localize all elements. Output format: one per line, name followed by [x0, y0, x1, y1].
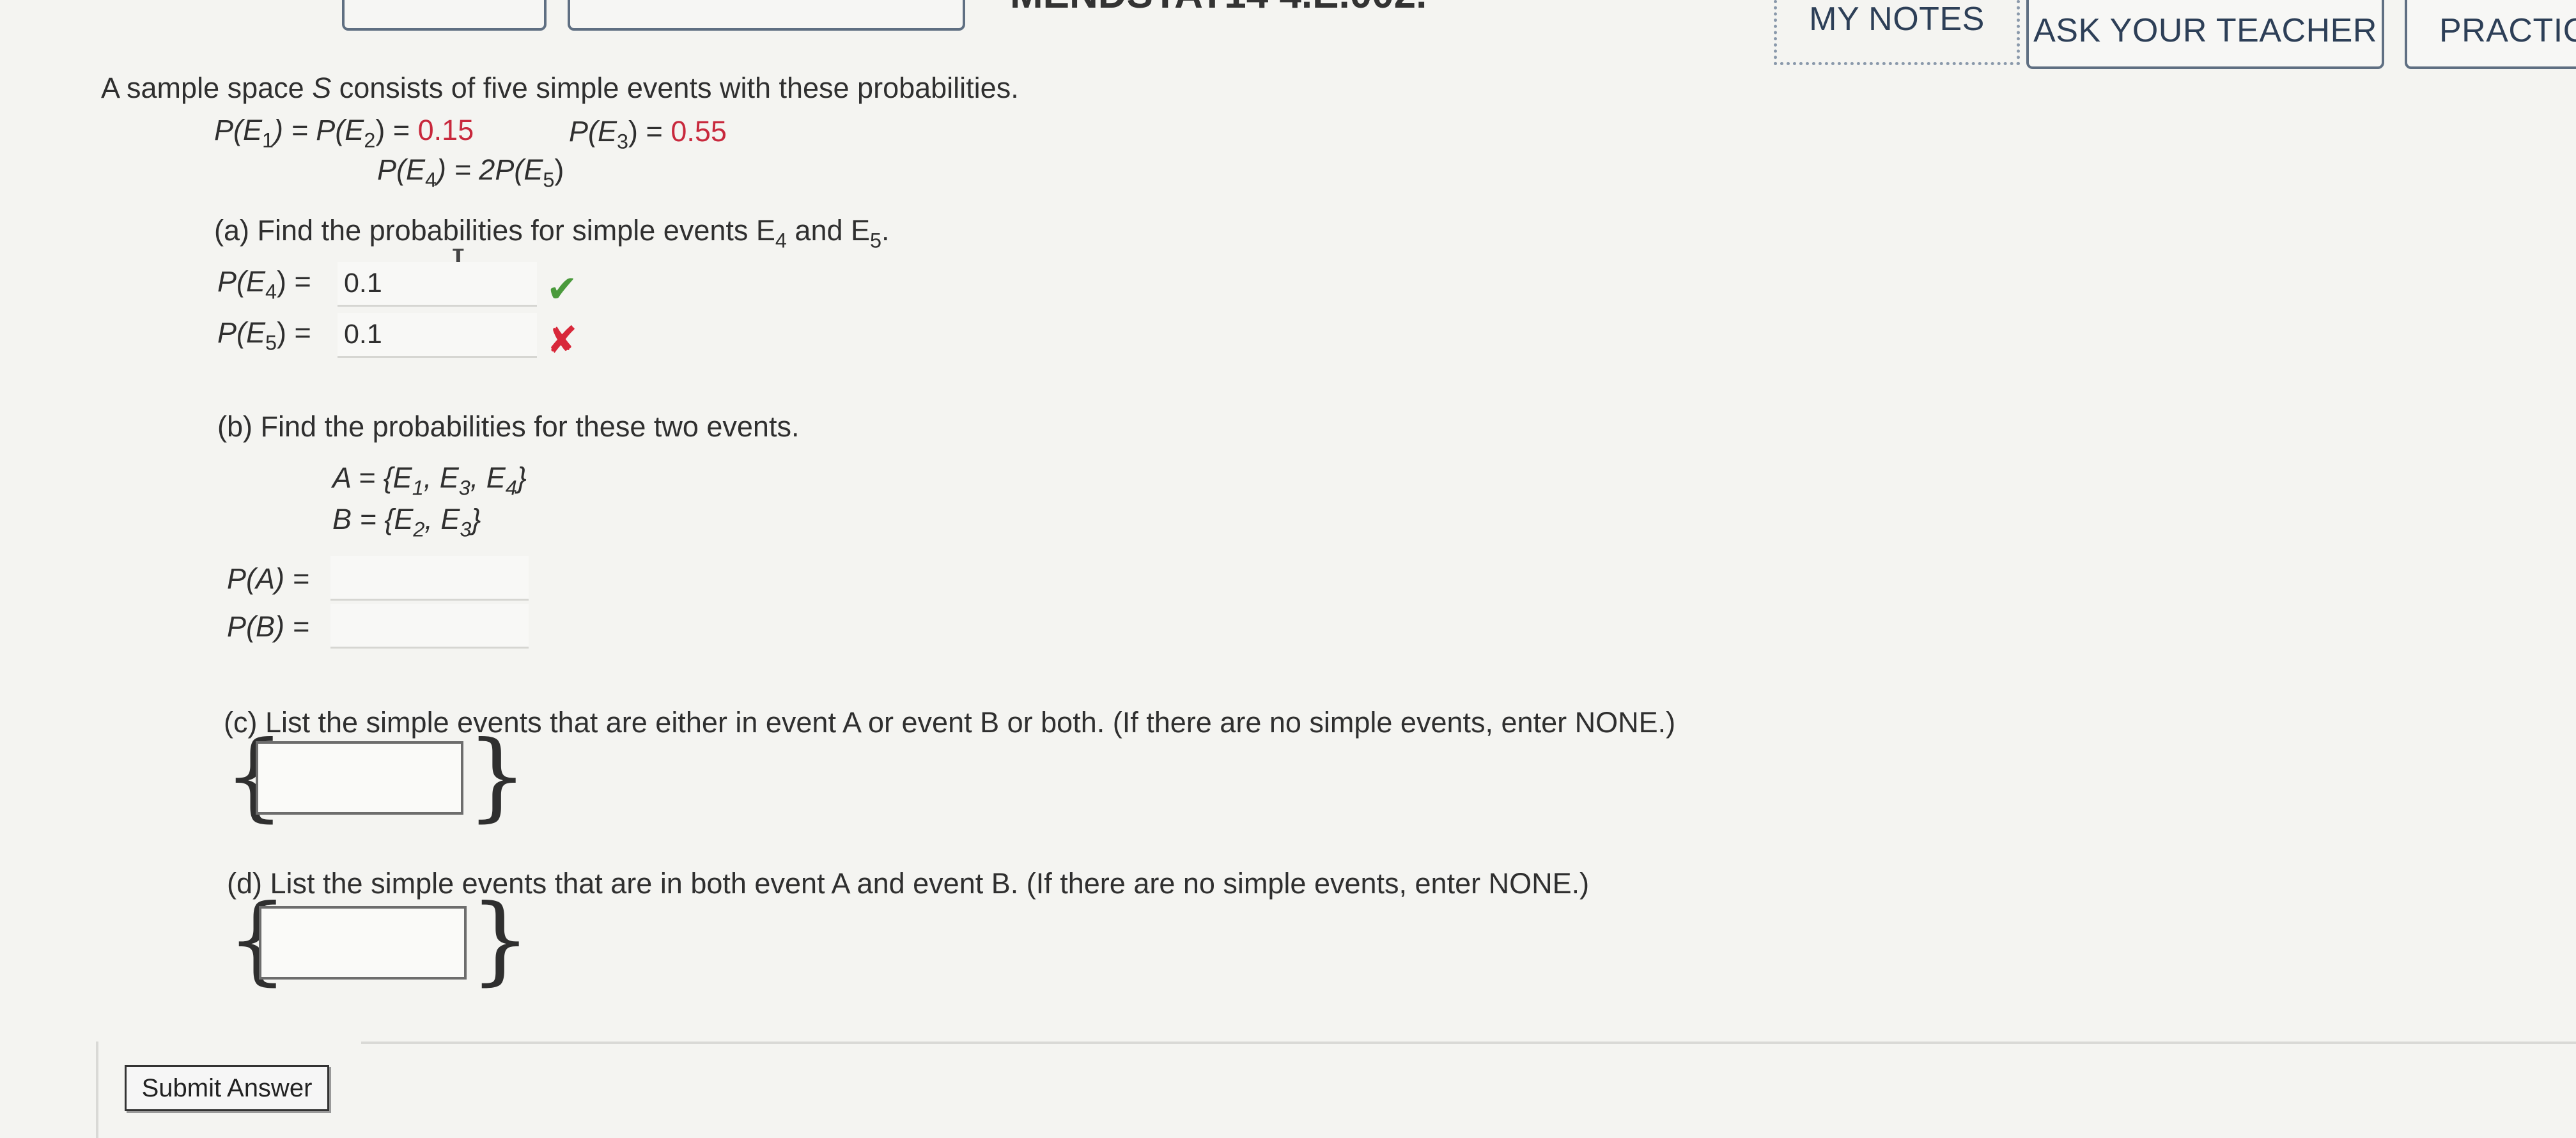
- panel-left-edge: [96, 1042, 98, 1138]
- set-b-definition: B = {E2, E3}: [332, 503, 481, 541]
- problem-id: MENDSTAT14 4.E.002.: [1010, 0, 1427, 17]
- part-c-close-brace: }: [467, 721, 528, 832]
- prob-e12-value: 0.15: [417, 114, 474, 146]
- part-d-prompt: (d) List the simple events that are in b…: [227, 867, 1590, 900]
- p-e4-label: P(E4) =: [217, 265, 311, 304]
- top-tab-stub-1[interactable]: [342, 0, 547, 31]
- p-a-label: P(A) =: [227, 562, 309, 595]
- intro-text: A sample space S consists of five simple…: [101, 72, 1019, 104]
- submit-answer-button[interactable]: Submit Answer: [125, 1065, 329, 1111]
- part-d-close-brace: }: [470, 884, 531, 996]
- top-tab-stub-2[interactable]: [568, 0, 965, 31]
- part-a-prompt: (a) Find the probabilities for simple ev…: [214, 214, 890, 252]
- prob-e3-value: 0.55: [671, 115, 727, 148]
- ask-your-teacher-button[interactable]: ASK YOUR TEACHER: [2026, 0, 2384, 69]
- p-e4-input[interactable]: 0.1: [338, 262, 537, 307]
- p-a-input[interactable]: [330, 556, 529, 601]
- set-a-definition: A = {E1, E3, E4}: [332, 461, 527, 500]
- panel-divider: [361, 1042, 2576, 1044]
- practice-button[interactable]: PRACTICE: [2405, 0, 2576, 69]
- p-e5-label: P(E5) =: [217, 316, 311, 355]
- part-c-input[interactable]: [256, 741, 463, 815]
- prob-e3: P(E3) = 0.55: [569, 115, 727, 153]
- part-c-prompt: (c) List the simple events that are eith…: [224, 706, 1676, 739]
- part-b-prompt: (b) Find the probabilities for these two…: [217, 410, 800, 443]
- correct-check-icon: ✔: [547, 268, 578, 310]
- p-b-label: P(B) =: [227, 610, 309, 643]
- my-notes-button[interactable]: MY NOTES: [1780, 0, 2013, 58]
- prob-e4-relation: P(E4) = 2P(E5): [377, 153, 564, 192]
- part-d-input[interactable]: [259, 906, 467, 980]
- prob-e1-e2: P(E1) = P(E2) = 0.15: [214, 114, 474, 152]
- p-e5-input[interactable]: 0.1: [338, 313, 537, 358]
- incorrect-x-icon: ✘: [547, 319, 578, 361]
- p-b-input[interactable]: [330, 604, 529, 649]
